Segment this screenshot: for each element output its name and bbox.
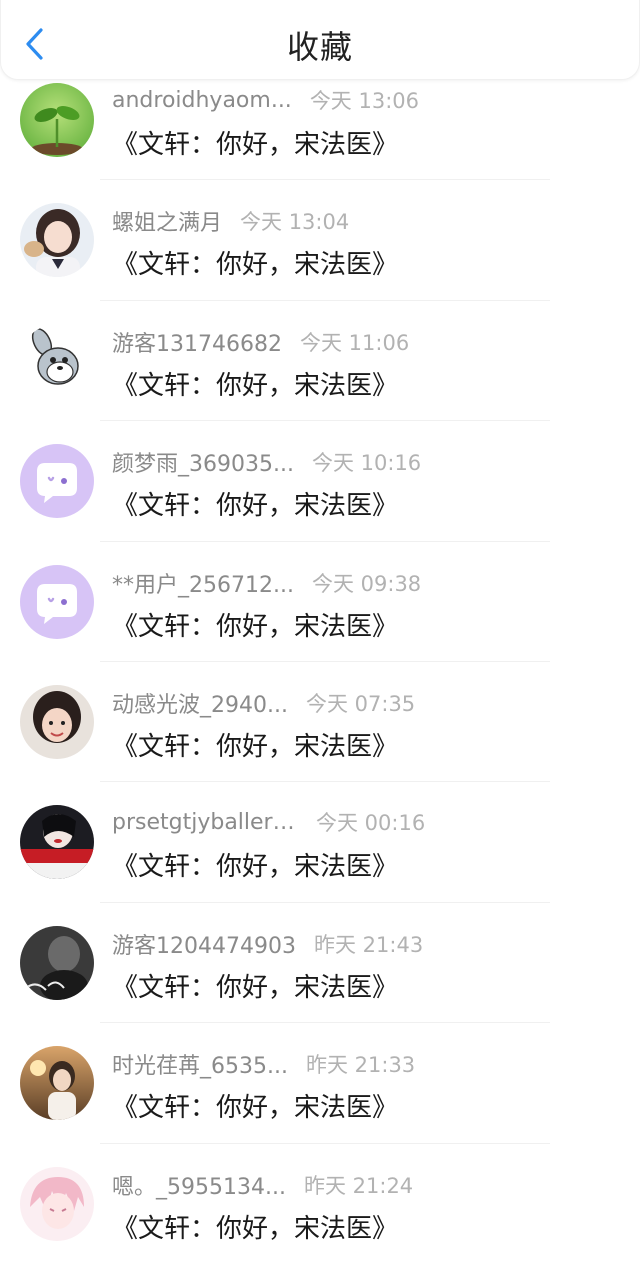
timestamp: 昨天 21:33	[305, 1053, 416, 1078]
username[interactable]: 时光荏苒_6535...	[112, 1048, 288, 1080]
default-chat-avatar[interactable]	[20, 444, 94, 519]
list-item[interactable]: 游客131746682 今天 11:06 《文轩：你好，宋法医》	[0, 301, 640, 422]
girl-avatar[interactable]	[20, 203, 94, 278]
cartoon-bunny-avatar[interactable]	[20, 323, 94, 398]
list-item[interactable]: 动感光波_2940... 今天 07:35 《文轩：你好，宋法医》	[0, 662, 640, 783]
timestamp: 今天 09:38	[311, 571, 422, 596]
item-meta: androidhyaom... 今天 13:06	[112, 85, 419, 115]
timestamp: 今天 11:06	[299, 330, 410, 355]
book-title[interactable]: 《文轩：你好，宋法医》	[112, 485, 398, 522]
book-title[interactable]: 《文轩：你好，宋法医》	[112, 1208, 398, 1245]
list-item[interactable]: 游客1204474903 昨天 21:43 《文轩：你好，宋法医》	[0, 903, 640, 1024]
page-title: 收藏	[286, 28, 353, 66]
favorites-list: androidhyaom... 今天 13:06 《文轩：你好，宋法医》 螺姐之满…	[0, 80, 640, 1264]
list-item[interactable]: **用户_256712... 今天 09:38 《文轩：你好，宋法医》	[0, 542, 640, 662]
list-item[interactable]: androidhyaom... 今天 13:06 《文轩：你好，宋法医》	[0, 80, 640, 181]
dark-bw-avatar[interactable]	[20, 925, 94, 1000]
book-title[interactable]: 《文轩：你好，宋法医》	[112, 244, 398, 281]
timestamp: 昨天 21:24	[303, 1173, 414, 1198]
username[interactable]: 游客1204474903	[112, 928, 296, 960]
list-item[interactable]: 嗯。_5955134... 昨天 21:24 《文轩：你好，宋法医》	[0, 1144, 640, 1264]
book-title[interactable]: 《文轩：你好，宋法医》	[112, 1087, 398, 1124]
woman-red-avatar[interactable]	[20, 805, 94, 880]
username[interactable]: 颜梦雨_369035...	[112, 446, 294, 478]
item-meta: 游客131746682 今天 11:06	[112, 326, 410, 358]
username[interactable]: androidhyaom...	[112, 88, 292, 113]
timestamp: 今天 10:16	[311, 451, 422, 476]
item-meta: **用户_256712... 今天 09:38	[112, 567, 422, 599]
username[interactable]: prsetgtjyballeri...	[112, 810, 298, 835]
timestamp: 今天 13:04	[240, 210, 350, 235]
book-title[interactable]: 《文轩：你好，宋法医》	[112, 967, 398, 1004]
list-item[interactable]: prsetgtjyballeri... 今天 00:16 《文轩：你好，宋法医》	[0, 782, 640, 903]
username[interactable]: 动感光波_2940...	[112, 687, 288, 719]
item-meta: 嗯。_5955134... 昨天 21:24	[112, 1169, 414, 1201]
book-title[interactable]: 《文轩：你好，宋法医》	[112, 606, 398, 643]
username[interactable]: 嗯。_5955134...	[112, 1169, 286, 1201]
book-title[interactable]: 《文轩：你好，宋法医》	[112, 124, 398, 161]
book-title[interactable]: 《文轩：你好，宋法医》	[112, 846, 398, 883]
list-item[interactable]: 螺姐之满月 今天 13:04 《文轩：你好，宋法医》	[0, 180, 640, 301]
item-meta: 动感光波_2940... 今天 07:35	[112, 687, 416, 719]
username[interactable]: 游客131746682	[112, 326, 282, 358]
timestamp: 今天 07:35	[305, 691, 416, 716]
timestamp: 今天 13:06	[309, 89, 420, 113]
timestamp: 今天 00:16	[316, 811, 426, 836]
book-title[interactable]: 《文轩：你好，宋法医》	[112, 726, 398, 763]
seedling-avatar[interactable]	[20, 83, 94, 157]
child-avatar[interactable]	[20, 684, 94, 759]
top-nav-bar: 收藏	[0, 0, 640, 80]
item-meta: 颜梦雨_369035... 今天 10:16	[112, 446, 422, 478]
item-meta: 螺姐之满月 今天 13:04	[112, 205, 350, 237]
book-title[interactable]: 《文轩：你好，宋法医》	[112, 365, 398, 402]
sunset-girl-avatar[interactable]	[20, 1046, 94, 1121]
username[interactable]: 螺姐之满月	[112, 205, 222, 237]
list-item[interactable]: 时光荏苒_6535... 昨天 21:33 《文轩：你好，宋法医》	[0, 1023, 640, 1144]
list-item[interactable]: 颜梦雨_369035... 今天 10:16 《文轩：你好，宋法医》	[0, 421, 640, 542]
username[interactable]: **用户_256712...	[112, 567, 294, 599]
default-chat-avatar[interactable]	[20, 564, 94, 639]
item-meta: prsetgtjyballeri... 今天 00:16	[112, 807, 425, 837]
item-meta: 时光荏苒_6535... 昨天 21:33	[112, 1048, 416, 1080]
item-meta: 游客1204474903 昨天 21:43	[112, 928, 424, 960]
timestamp: 昨天 21:43	[313, 932, 424, 957]
pink-anime-avatar[interactable]	[20, 1166, 94, 1241]
